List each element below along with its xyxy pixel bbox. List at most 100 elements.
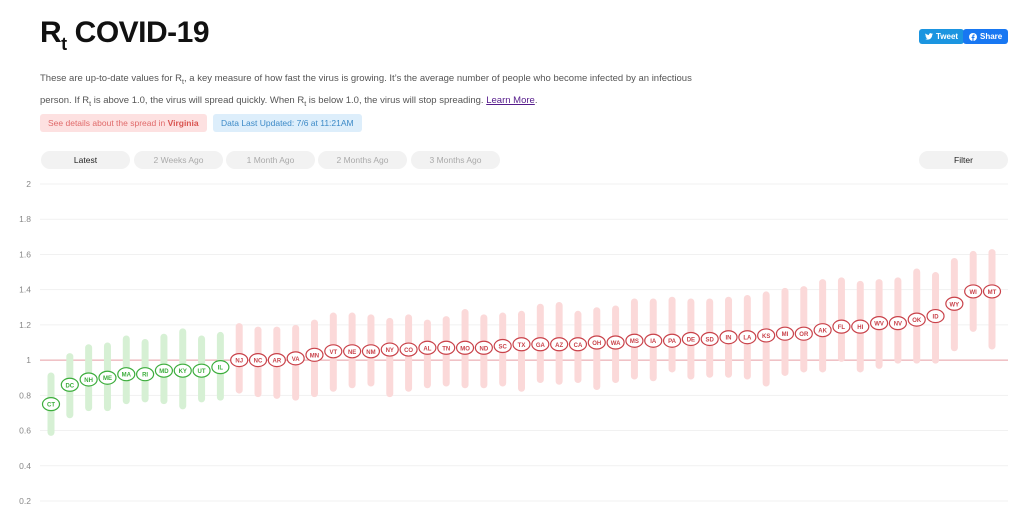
state-label: AZ [555, 343, 563, 349]
state-label: ID [933, 315, 940, 321]
state-point-ms[interactable]: MS [625, 333, 644, 348]
state-label: MT [988, 290, 997, 296]
state-point-la[interactable]: LA [738, 330, 757, 345]
state-label: AK [818, 329, 827, 335]
state-point-pa[interactable]: PA [662, 333, 682, 348]
state-point-ia[interactable]: IA [644, 333, 663, 348]
state-point-tn[interactable]: TN [437, 340, 456, 355]
state-point-vt[interactable]: VT [324, 344, 343, 359]
y-tick-label: 0.6 [19, 426, 31, 436]
state-label: NH [84, 378, 93, 384]
state-label: DC [65, 383, 74, 389]
state-point-mi[interactable]: MI [775, 326, 795, 341]
state-label: VA [292, 357, 301, 363]
state-point-ak[interactable]: AK [813, 323, 832, 338]
state-point-ks[interactable]: KS [757, 328, 776, 343]
state-point-nv[interactable]: NV [888, 316, 908, 331]
state-point-nc[interactable]: NC [248, 353, 268, 368]
state-label: WV [874, 322, 884, 328]
state-point-sd[interactable]: SD [700, 331, 719, 347]
state-label: MD [159, 369, 169, 375]
state-point-mo[interactable]: MO [455, 340, 475, 355]
state-point-va[interactable]: VA [286, 351, 305, 366]
confidence-band-ny [386, 317, 394, 398]
state-point-wy[interactable]: WY [945, 296, 964, 311]
y-tick-label: 1.4 [19, 285, 31, 295]
state-point-nj[interactable]: NJ [230, 353, 249, 368]
y-tick-label: 1.2 [19, 320, 31, 330]
state-label: SC [499, 345, 508, 351]
state-point-in[interactable]: IN [719, 330, 738, 345]
state-point-ca[interactable]: CA [568, 337, 588, 352]
state-point-oh[interactable]: OH [587, 335, 606, 350]
y-tick-label: 2 [26, 179, 31, 189]
state-point-ky[interactable]: KY [173, 363, 192, 378]
state-point-nd[interactable]: ND [474, 340, 493, 355]
state-point-nh[interactable]: NH [79, 372, 98, 387]
state-label: FL [838, 325, 846, 331]
state-point-il[interactable]: IL [211, 360, 230, 375]
state-label: AL [423, 346, 431, 352]
state-label: RI [142, 373, 148, 379]
state-label: GA [536, 343, 546, 349]
state-point-ny[interactable]: NY [380, 342, 399, 357]
state-point-ct[interactable]: CT [41, 397, 61, 412]
state-point-al[interactable]: AL [418, 340, 437, 355]
state-point-me[interactable]: ME [98, 370, 117, 385]
state-point-de[interactable]: DE [681, 331, 700, 347]
state-label: NY [386, 348, 394, 354]
state-point-id[interactable]: ID [926, 308, 945, 324]
state-label: NJ [235, 359, 243, 365]
state-label: VT [329, 350, 337, 356]
state-point-sc[interactable]: SC [493, 338, 512, 354]
state-label: UT [198, 369, 206, 375]
state-point-wv[interactable]: WV [869, 316, 889, 331]
state-label: NV [894, 322, 902, 328]
state-point-ri[interactable]: RI [136, 367, 155, 382]
state-label: SD [706, 337, 715, 343]
state-point-md[interactable]: MD [154, 363, 174, 378]
state-point-ok[interactable]: OK [907, 312, 926, 327]
state-label: WI [970, 290, 978, 296]
state-label: PA [668, 339, 677, 345]
state-point-co[interactable]: CO [399, 342, 418, 357]
state-label: MS [630, 339, 639, 345]
state-point-dc[interactable]: DC [60, 377, 79, 392]
y-tick-label: 1 [26, 355, 31, 365]
state-point-fl[interactable]: FL [832, 319, 851, 334]
state-label: ND [480, 346, 489, 352]
state-point-wa[interactable]: WA [606, 335, 625, 350]
state-label: NM [366, 350, 375, 356]
state-label: KS [762, 334, 770, 340]
state-point-nm[interactable]: NM [361, 344, 381, 359]
state-point-mn[interactable]: MN [305, 347, 324, 362]
state-point-ne[interactable]: NE [343, 344, 362, 359]
state-label: OK [912, 318, 922, 324]
state-point-az[interactable]: AZ [550, 337, 569, 352]
state-point-wi[interactable]: WI [964, 284, 983, 299]
state-point-ar[interactable]: AR [267, 353, 286, 368]
state-label: HI [857, 325, 863, 331]
rt-chart: 0.2 0.4 0.6 0.8 1 1.2 1.4 1.6 1.8 2 CT DC NH ME MA RI MD… [19, 179, 1008, 506]
state-point-mt[interactable]: MT [982, 284, 1002, 299]
y-tick-label: 1.8 [19, 214, 31, 224]
state-label: AR [273, 359, 282, 365]
state-point-ut[interactable]: UT [192, 363, 211, 378]
state-point-hi[interactable]: HI [851, 319, 870, 334]
state-label: WY [950, 302, 960, 308]
state-label: OH [592, 341, 601, 347]
state-point-tx[interactable]: TX [512, 337, 531, 352]
state-label: IL [218, 366, 224, 372]
state-label: DE [687, 337, 695, 343]
state-label: WA [611, 341, 621, 347]
state-label: NE [348, 350, 356, 356]
state-point-ma[interactable]: MA [117, 367, 136, 382]
state-label: MO [460, 346, 470, 352]
state-label: IA [650, 339, 657, 345]
state-label: KY [179, 369, 187, 375]
state-point-ga[interactable]: GA [531, 337, 550, 352]
state-point-or[interactable]: OR [794, 326, 813, 341]
state-label: ME [103, 376, 112, 382]
state-label: CA [574, 343, 583, 349]
state-label: CO [404, 348, 413, 354]
